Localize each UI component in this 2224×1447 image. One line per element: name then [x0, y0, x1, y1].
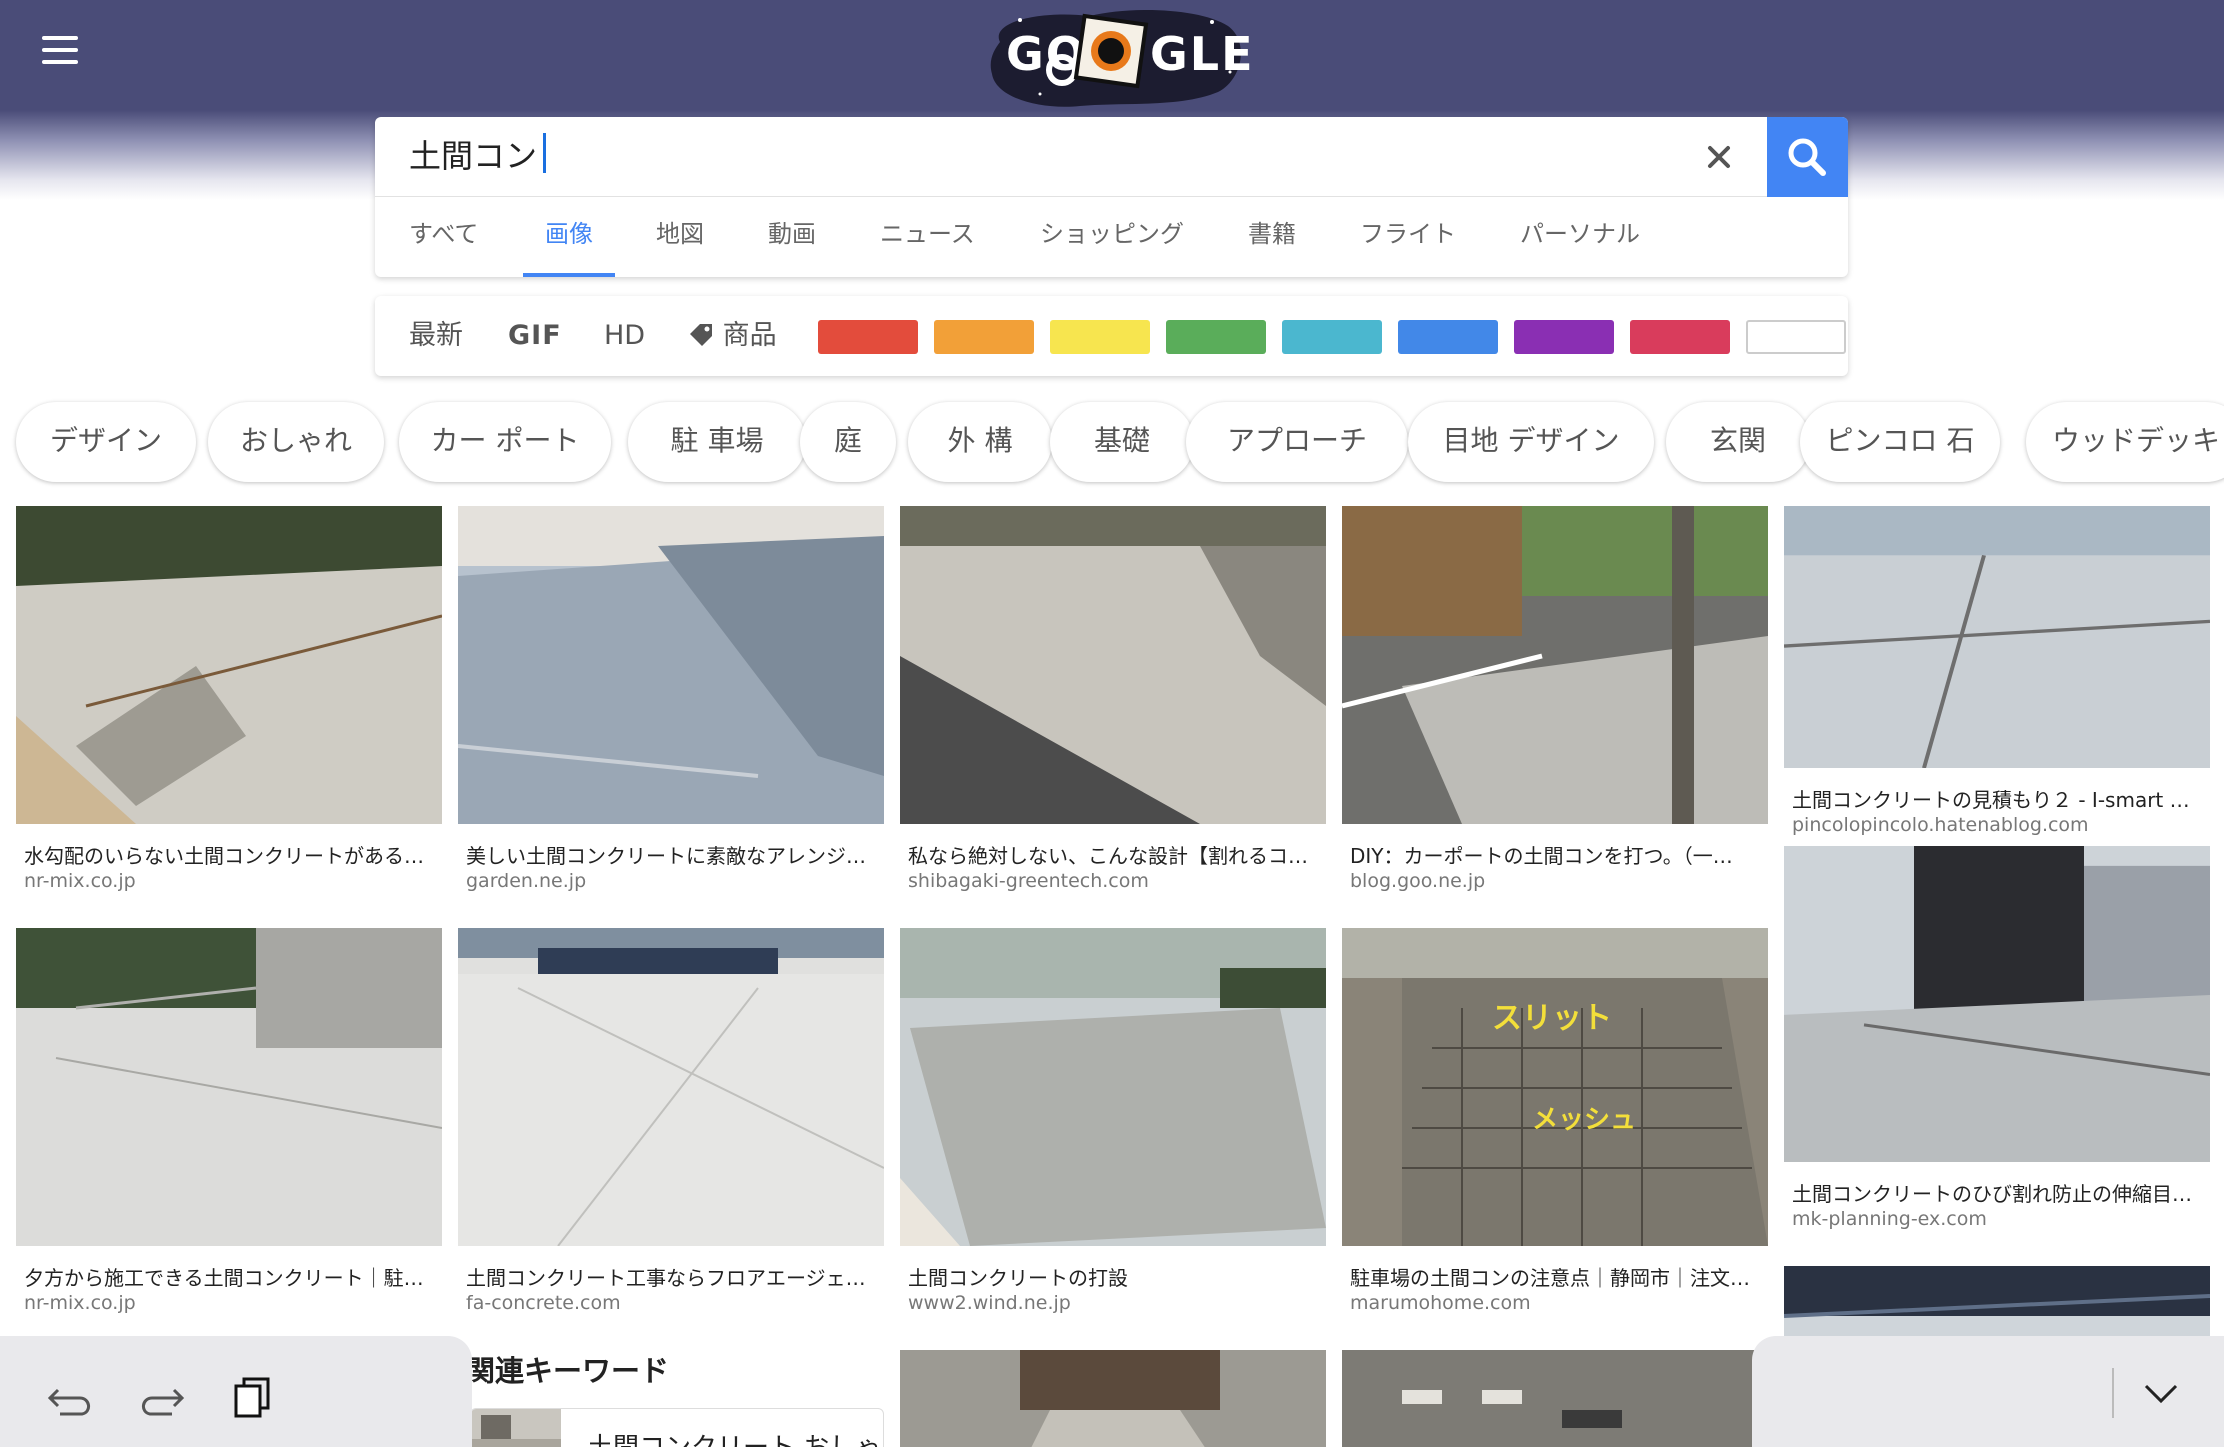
- copy-icon[interactable]: [228, 1372, 278, 1422]
- chip-suggestion[interactable]: 庭: [800, 402, 896, 482]
- chip-suggestion[interactable]: 外 構: [908, 402, 1052, 482]
- toolbar-divider: [2112, 1368, 2114, 1418]
- image-result-site: marumohome.com: [1350, 1292, 1531, 1314]
- search-button[interactable]: [1767, 117, 1848, 197]
- image-thumbnail[interactable]: [1784, 506, 2210, 768]
- color-swatch[interactable]: [1050, 320, 1150, 354]
- tag-icon: [690, 324, 712, 346]
- image-result-title[interactable]: 美しい土間コンクリートに素敵なアレンジ…: [466, 840, 876, 869]
- image-result-site: www2.wind.ne.jp: [908, 1292, 1071, 1314]
- image-thumbnail[interactable]: [458, 928, 884, 1246]
- chip-suggestion[interactable]: おしゃれ: [208, 402, 384, 482]
- image-result-site: garden.ne.jp: [466, 870, 587, 892]
- chip-suggestion[interactable]: 目地 デザイン: [1408, 402, 1654, 482]
- image-thumbnail[interactable]: スリットメッシュ: [1342, 928, 1768, 1246]
- search-input[interactable]: 土間コン: [409, 133, 547, 178]
- color-swatch[interactable]: [818, 320, 918, 354]
- image-label-slit: スリット: [1492, 1001, 1612, 1036]
- image-result-title[interactable]: 土間コンクリート工事ならフロアエージェ…: [466, 1262, 876, 1291]
- tab-personal[interactable]: パーソナル: [1520, 197, 1640, 277]
- image-result-card[interactable]: [1342, 1350, 1768, 1447]
- text-caret: [543, 133, 547, 173]
- color-swatch[interactable]: [1166, 320, 1266, 354]
- color-swatch[interactable]: [1746, 320, 1846, 354]
- undo-icon[interactable]: [46, 1372, 96, 1422]
- image-result-title[interactable]: 土間コンクリートの打設: [908, 1262, 1318, 1291]
- chip-suggestion[interactable]: 基礎: [1050, 402, 1194, 482]
- image-result-site: pincolopincolo.hatenablog.com: [1792, 814, 2089, 836]
- tab-books[interactable]: 書籍: [1248, 197, 1296, 277]
- tab-all[interactable]: すべて: [409, 197, 478, 277]
- image-filter-bar: 最新 GIF HD 商品: [375, 296, 1848, 376]
- tab-news[interactable]: ニュース: [880, 197, 975, 277]
- image-result-title[interactable]: 水勾配のいらない土間コンクリートがある…: [24, 840, 434, 869]
- image-thumbnail[interactable]: [900, 928, 1326, 1246]
- image-thumbnail[interactable]: [16, 506, 442, 824]
- image-result-site: shibagaki-greentech.com: [908, 870, 1149, 892]
- image-thumbnail[interactable]: [1342, 506, 1768, 824]
- image-result-title[interactable]: 土間コンクリートのひび割れ防止の伸縮目…: [1792, 1178, 2202, 1207]
- tab-images[interactable]: 画像: [523, 197, 615, 277]
- image-result-title[interactable]: 駐車場の土間コンの注意点｜静岡市｜注文…: [1350, 1262, 1760, 1291]
- image-thumbnail[interactable]: [900, 506, 1326, 824]
- menu-icon[interactable]: [38, 32, 82, 68]
- svg-text:GLE: GLE: [1150, 27, 1250, 81]
- clear-icon[interactable]: [1697, 135, 1741, 179]
- image-result-site: nr-mix.co.jp: [24, 1292, 136, 1314]
- chevron-down-icon[interactable]: [2136, 1368, 2186, 1418]
- related-keyword-label: 土間コンクリート おしゃ: [587, 1427, 881, 1447]
- filter-hd[interactable]: HD: [604, 296, 645, 376]
- related-keywords-title: 関連キーワード: [466, 1354, 670, 1388]
- browser-bottom-toolbar-right: [1752, 1336, 2224, 1447]
- image-result-title[interactable]: 私なら絶対しない、こんな設計【割れるコ…: [908, 840, 1318, 869]
- chip-suggestion[interactable]: 駐 車場: [628, 402, 806, 482]
- image-result-title[interactable]: 土間コンクリートの見積もり２ - I-smart …: [1792, 784, 2202, 813]
- image-thumbnail[interactable]: [458, 506, 884, 824]
- filter-latest[interactable]: 最新: [409, 296, 463, 376]
- filter-product[interactable]: 商品: [688, 296, 777, 376]
- google-doodle-logo[interactable]: GO GLE: [980, 2, 1253, 112]
- chip-suggestion[interactable]: カー ポート: [399, 402, 611, 482]
- image-result-card[interactable]: [900, 1350, 1326, 1447]
- tab-flights[interactable]: フライト: [1360, 197, 1456, 277]
- chip-suggestion[interactable]: 玄関: [1666, 402, 1810, 482]
- chip-suggestion[interactable]: ウッドデッキ: [2026, 402, 2224, 482]
- color-swatch[interactable]: [1398, 320, 1498, 354]
- redo-icon[interactable]: [136, 1372, 186, 1422]
- image-result-site: blog.goo.ne.jp: [1350, 870, 1486, 892]
- filter-product-label: 商品: [722, 320, 777, 351]
- chip-suggestion[interactable]: アプローチ: [1186, 402, 1408, 482]
- search-card: 土間コン すべて 画像 地図 動画 ニュース ショッピング 書籍 フライト パー…: [375, 117, 1848, 277]
- image-result-site: nr-mix.co.jp: [24, 870, 136, 892]
- color-swatch[interactable]: [1630, 320, 1730, 354]
- color-swatch[interactable]: [1282, 320, 1382, 354]
- search-bar: 土間コン: [375, 117, 1848, 197]
- image-thumbnail[interactable]: [900, 1350, 1326, 1447]
- related-thumbnail: [471, 1409, 561, 1447]
- search-tabs: すべて 画像 地図 動画 ニュース ショッピング 書籍 フライト パーソナル: [375, 197, 1848, 277]
- chip-suggestion[interactable]: ピンコロ 石: [1800, 402, 2000, 482]
- image-label-mesh: メッシュ: [1532, 1105, 1636, 1135]
- image-result-site: mk-planning-ex.com: [1792, 1208, 1987, 1230]
- tab-maps[interactable]: 地図: [656, 197, 704, 277]
- tab-videos[interactable]: 動画: [768, 197, 816, 277]
- chip-suggestion[interactable]: デザイン: [16, 402, 196, 482]
- search-icon: [1788, 138, 1826, 176]
- tab-shopping[interactable]: ショッピング: [1040, 197, 1184, 277]
- image-result-site: fa-concrete.com: [466, 1292, 621, 1314]
- image-result-title[interactable]: 夕方から施工できる土間コンクリート｜駐…: [24, 1262, 434, 1291]
- filter-gif[interactable]: GIF: [508, 296, 562, 376]
- image-thumbnail[interactable]: [16, 928, 442, 1246]
- image-thumbnail[interactable]: [1342, 1350, 1768, 1447]
- color-swatch[interactable]: [934, 320, 1034, 354]
- related-keyword-card[interactable]: 土間コンクリート おしゃ: [470, 1408, 884, 1447]
- browser-bottom-toolbar: [0, 1336, 472, 1447]
- image-overlay-text: スリットメッシュ: [1492, 1001, 1636, 1135]
- color-swatch[interactable]: [1514, 320, 1614, 354]
- image-thumbnail[interactable]: [1784, 846, 2210, 1162]
- image-result-title[interactable]: DIY：カーポートの土間コンを打つ。（一…: [1350, 840, 1760, 869]
